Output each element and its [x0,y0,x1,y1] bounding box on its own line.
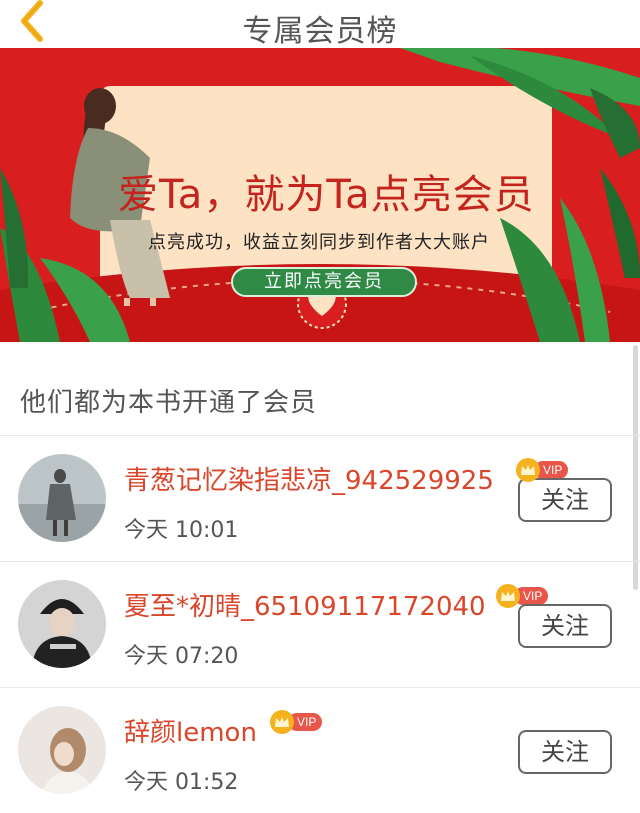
member-row[interactable]: 辞颜lemon VIP 今天 01:52 关注 [0,687,640,813]
follow-button[interactable]: 关注 [518,478,612,522]
banner-headline: 爱Ta，就为Ta点亮会员 [118,172,535,218]
crown-icon [270,710,294,734]
avatar[interactable] [18,580,106,668]
avatar[interactable] [18,454,106,542]
member-time: 今天 10:01 [124,518,239,543]
page-title: 专属会员榜 [242,14,398,49]
vip-badge: VIP [270,710,323,734]
follow-button[interactable]: 关注 [518,730,612,774]
vip-promo-banner[interactable]: 爱Ta，就为Ta点亮会员 点亮成功，收益立刻同步到作者大大账户 立即点亮会员 [0,48,640,342]
member-time: 今天 07:20 [124,644,239,669]
crown-icon [496,584,520,608]
banner-subtext: 点亮成功，收益立刻同步到作者大大账户 [148,232,490,253]
light-up-vip-button[interactable]: 立即点亮会员 [231,267,417,297]
avatar[interactable] [18,706,106,794]
member-name: 夏至*初晴_65109117172040 [124,592,486,622]
section-title: 他们都为本书开通了会员 [20,388,318,418]
member-name: 辞颜lemon [124,718,257,748]
top-bar: 专属会员榜 [0,0,640,49]
member-row[interactable]: 夏至*初晴_65109117172040 VIP 今天 07:20 关注 [0,561,640,687]
member-row[interactable]: 青葱记忆染指悲凉_942529925 VIP 今天 10:01 关注 [0,435,640,561]
member-name: 青葱记忆染指悲凉_942529925 [124,466,494,496]
crown-icon [516,458,540,482]
follow-button[interactable]: 关注 [518,604,612,648]
member-time: 今天 01:52 [124,770,239,795]
